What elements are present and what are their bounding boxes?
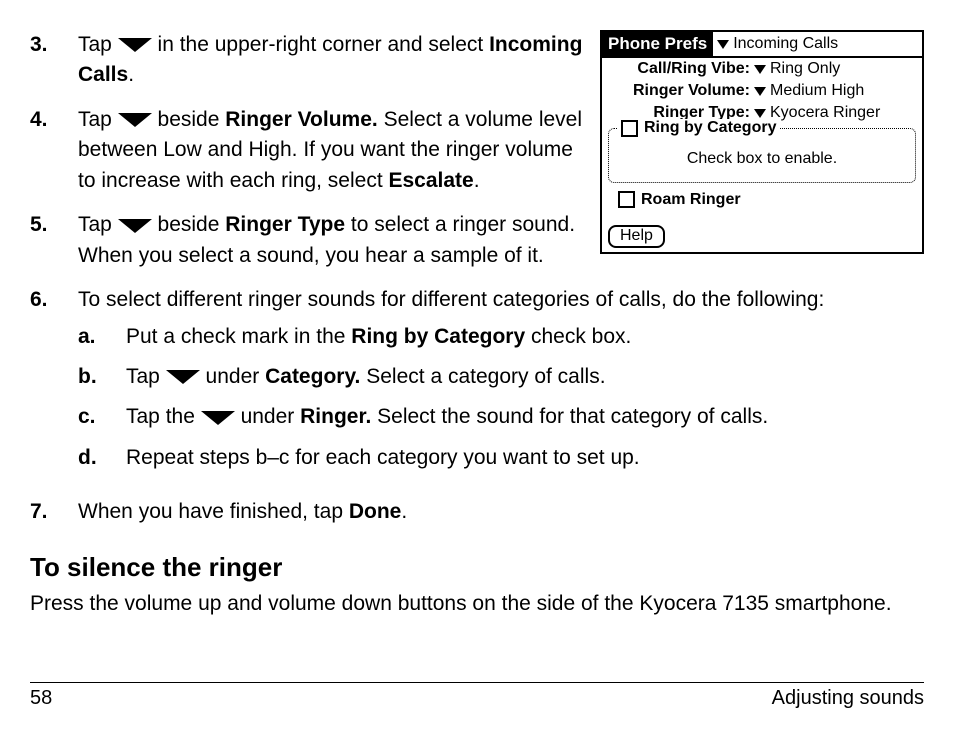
dropdown-icon [118, 38, 152, 52]
help-row: Help [602, 215, 922, 252]
substep-a: a. Put a check mark in the Ring by Categ… [78, 322, 924, 352]
step-body: Tap beside Ringer Volume. Select a volum… [78, 105, 588, 196]
substep-c: c. Tap the under Ringer. Select the soun… [78, 402, 924, 432]
phone-prefs-header: Phone Prefs Incoming Calls [602, 32, 922, 58]
phone-prefs-menu-label: Incoming Calls [733, 35, 838, 53]
section-heading-silence-ringer: To silence the ringer [30, 552, 924, 583]
checkbox-icon[interactable] [621, 120, 638, 137]
phone-prefs-screenshot: Phone Prefs Incoming Calls Call/Ring Vib… [600, 30, 924, 254]
step-4: 4. Tap beside Ringer Volume. Select a vo… [30, 105, 588, 196]
roam-ringer-label: Roam Ringer [641, 191, 741, 209]
phone-prefs-menu[interactable]: Incoming Calls [713, 32, 922, 56]
checkbox-icon[interactable] [618, 191, 635, 208]
section-body: Press the volume up and volume down butt… [30, 589, 924, 619]
page-footer: 58 Adjusting sounds [30, 682, 924, 710]
dropdown-icon [118, 113, 152, 127]
dropdown-icon [754, 87, 766, 96]
content-area: Phone Prefs Incoming Calls Call/Ring Vib… [30, 30, 924, 619]
substep-b: b. Tap under Category. Select a category… [78, 362, 924, 392]
pref-value-dropdown[interactable]: Medium High [754, 82, 864, 100]
pref-row-ringer-volume: Ringer Volume: Medium High [602, 80, 922, 102]
step-number: 4. [30, 105, 78, 196]
pref-value-text: Kyocera Ringer [770, 104, 880, 122]
pref-row-call-ring-vibe: Call/Ring Vibe: Ring Only [602, 58, 922, 80]
substep-number: c. [78, 402, 126, 432]
phone-prefs-title: Phone Prefs [602, 32, 713, 56]
help-button[interactable]: Help [608, 225, 665, 248]
chapter-title: Adjusting sounds [772, 687, 924, 710]
step-body: Tap in the upper-right corner and select… [78, 30, 588, 91]
substep-list: a. Put a check mark in the Ring by Categ… [78, 322, 924, 474]
substep-number: b. [78, 362, 126, 392]
step-number: 5. [30, 210, 78, 271]
substep-body: Tap under Category. Select a category of… [126, 362, 924, 392]
substep-body: Repeat steps b–c for each category you w… [126, 443, 924, 473]
substep-body: Put a check mark in the Ring by Category… [126, 322, 924, 352]
dropdown-icon [717, 40, 729, 49]
dropdown-icon [754, 109, 766, 118]
pref-value-text: Ring Only [770, 60, 840, 78]
pref-label: Ringer Volume: [602, 82, 754, 100]
pref-value-text: Medium High [770, 82, 864, 100]
substep-number: d. [78, 443, 126, 473]
step-number: 3. [30, 30, 78, 91]
step-5: 5. Tap beside Ringer Type to select a ri… [30, 210, 588, 271]
dropdown-icon [754, 65, 766, 74]
pref-value-dropdown[interactable]: Ring Only [754, 60, 840, 78]
ring-by-category-label: Ring by Category [644, 119, 776, 137]
substep-body: Tap the under Ringer. Select the sound f… [126, 402, 924, 432]
step-7: 7. When you have finished, tap Done. [30, 497, 924, 527]
step-body: Tap beside Ringer Type to select a ringe… [78, 210, 588, 271]
page: Phone Prefs Incoming Calls Call/Ring Vib… [0, 0, 954, 738]
substep-d: d. Repeat steps b–c for each category yo… [78, 443, 924, 473]
ring-by-category-group: Ring by Category Check box to enable. [608, 128, 916, 183]
step-6: 6. To select different ringer sounds for… [30, 285, 924, 483]
page-number: 58 [30, 687, 52, 710]
step-3: 3. Tap in the upper-right corner and sel… [30, 30, 588, 91]
dropdown-icon [118, 219, 152, 233]
substep-number: a. [78, 322, 126, 352]
step-number: 6. [30, 285, 78, 483]
dropdown-icon [166, 370, 200, 384]
ring-by-category-hint: Check box to enable. [617, 150, 907, 168]
step-body: When you have finished, tap Done. [78, 497, 924, 527]
pref-label: Call/Ring Vibe: [602, 60, 754, 78]
step-number: 7. [30, 497, 78, 527]
dropdown-icon [201, 411, 235, 425]
ring-by-category-title: Ring by Category [617, 119, 780, 137]
roam-ringer-row: Roam Ringer [602, 187, 922, 215]
step-body: To select different ringer sounds for di… [78, 285, 924, 483]
